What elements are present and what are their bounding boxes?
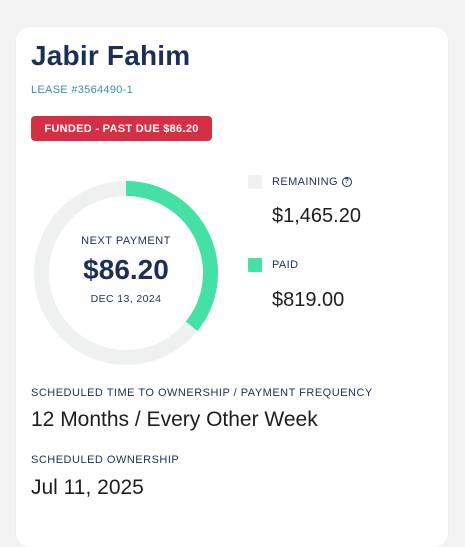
customer-name: Jabir Fahim [31,40,191,71]
next-payment-label: NEXT PAYMENT [81,235,171,247]
ownership-value: Jul 11, 2025 [31,476,144,499]
next-payment-amount: $86.20 [83,254,169,285]
status-badge: FUNDED - PAST DUE $86.20 [31,116,212,141]
ownership-label: SCHEDULED OWNERSHIP [31,454,180,466]
donut-center: NEXT PAYMENT $86.20 DEC 13, 2024 [30,177,222,369]
paid-swatch [248,258,262,272]
remaining-value: $1,465.20 [272,205,361,227]
next-payment-date: DEC 13, 2024 [90,293,162,305]
ownership-frequency-value: 12 Months / Every Other Week [31,408,318,431]
ownership-frequency-label: SCHEDULED TIME TO OWNERSHIP / PAYMENT FR… [31,387,373,399]
lease-number: LEASE #3564490-1 [31,84,134,96]
remaining-swatch [248,175,262,189]
remaining-label-text: REMAINING [272,176,338,188]
paid-label: PAID [272,259,298,271]
help-icon[interactable]: ? [341,177,352,187]
payment-donut-chart: NEXT PAYMENT $86.20 DEC 13, 2024 [30,177,222,369]
remaining-label: REMAINING ? [272,176,352,188]
paid-label-text: PAID [272,259,299,271]
paid-value: $819.00 [272,289,345,311]
lease-card: Jabir Fahim LEASE #3564490-1 FUNDED - PA… [16,27,448,547]
